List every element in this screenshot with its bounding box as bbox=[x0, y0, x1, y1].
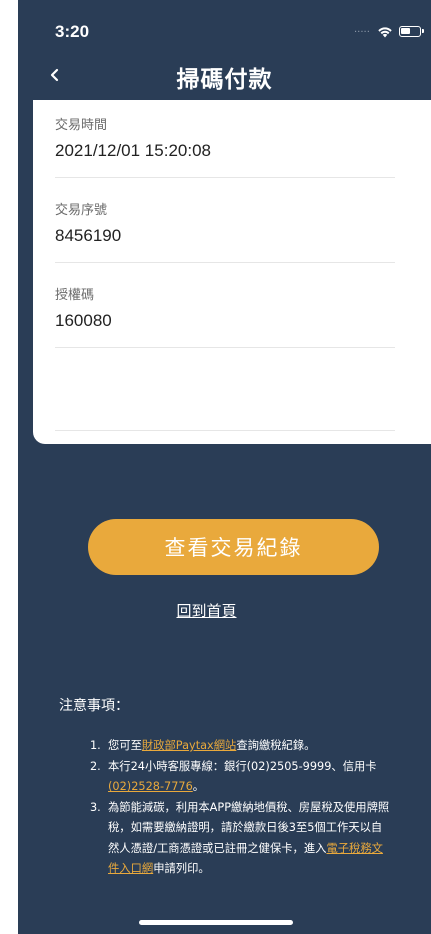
field-label: 交易序號 bbox=[55, 203, 108, 218]
notes-list: 1. 您可至財政部Paytax網站查詢繳稅紀錄。 2. 本行24小時客服專線：銀… bbox=[90, 736, 390, 880]
list-number: 1. bbox=[90, 739, 101, 752]
back-to-home-link[interactable]: 回到首頁 bbox=[0, 600, 431, 621]
status-time: 3:20 bbox=[55, 22, 90, 41]
list-number: 3. bbox=[90, 800, 101, 814]
nav-bar: 掃碼付款 bbox=[18, 52, 431, 100]
list-item: 2. 本行24小時客服專線：銀行(02)2505-9999、信用卡 (02)252… bbox=[90, 757, 390, 798]
note-text: 查詢繳稅紀錄。 bbox=[236, 739, 316, 752]
paytax-link[interactable]: 財政部Paytax網站 bbox=[142, 739, 236, 752]
divider bbox=[55, 430, 395, 431]
divider bbox=[55, 177, 395, 178]
note-text: 申請列印。 bbox=[153, 862, 210, 875]
wifi-icon bbox=[378, 27, 392, 38]
list-item: 1. 您可至財政部Paytax網站查詢繳稅紀錄。 bbox=[90, 736, 390, 757]
note-text: 。 bbox=[192, 780, 205, 793]
list-number: 2. bbox=[90, 759, 101, 773]
list-item: 3. 為節能減碳，利用本APP繳納地價稅、房屋稅及使用牌照稅，如需要繳納證明，請… bbox=[90, 798, 390, 880]
transaction-serial-field: 交易序號 8456190 bbox=[55, 199, 395, 246]
divider bbox=[55, 347, 395, 348]
page-title: 掃碼付款 bbox=[176, 67, 273, 93]
authorization-code-field: 授權碼 160080 bbox=[55, 284, 395, 331]
status-bar: 3:20 ..... bbox=[18, 0, 431, 52]
cellular-signal-icon: ..... bbox=[354, 24, 370, 35]
field-value: 160080 bbox=[55, 311, 112, 330]
credit-card-phone-link[interactable]: (02)2528-7776 bbox=[108, 780, 193, 793]
transaction-time-field: 交易時間 2021/12/01 15:20:08 bbox=[55, 114, 395, 161]
battery-icon bbox=[399, 26, 424, 37]
field-label: 授權碼 bbox=[55, 288, 95, 303]
home-indicator bbox=[139, 920, 293, 925]
field-label: 交易時間 bbox=[55, 118, 108, 133]
field-value: 2021/12/01 15:20:08 bbox=[55, 141, 211, 160]
transaction-detail-card: 交易時間 2021/12/01 15:20:08 交易序號 8456190 授權… bbox=[33, 100, 431, 444]
note-text: 您可至 bbox=[108, 739, 142, 752]
view-transaction-records-button[interactable]: 查看交易紀錄 bbox=[88, 519, 379, 575]
divider bbox=[55, 262, 395, 263]
note-text: 本行24小時客服專線：銀行(02)2505-9999、信用卡 bbox=[108, 759, 377, 773]
field-value: 8456190 bbox=[55, 226, 122, 245]
notes-title: 注意事項： bbox=[59, 698, 129, 714]
